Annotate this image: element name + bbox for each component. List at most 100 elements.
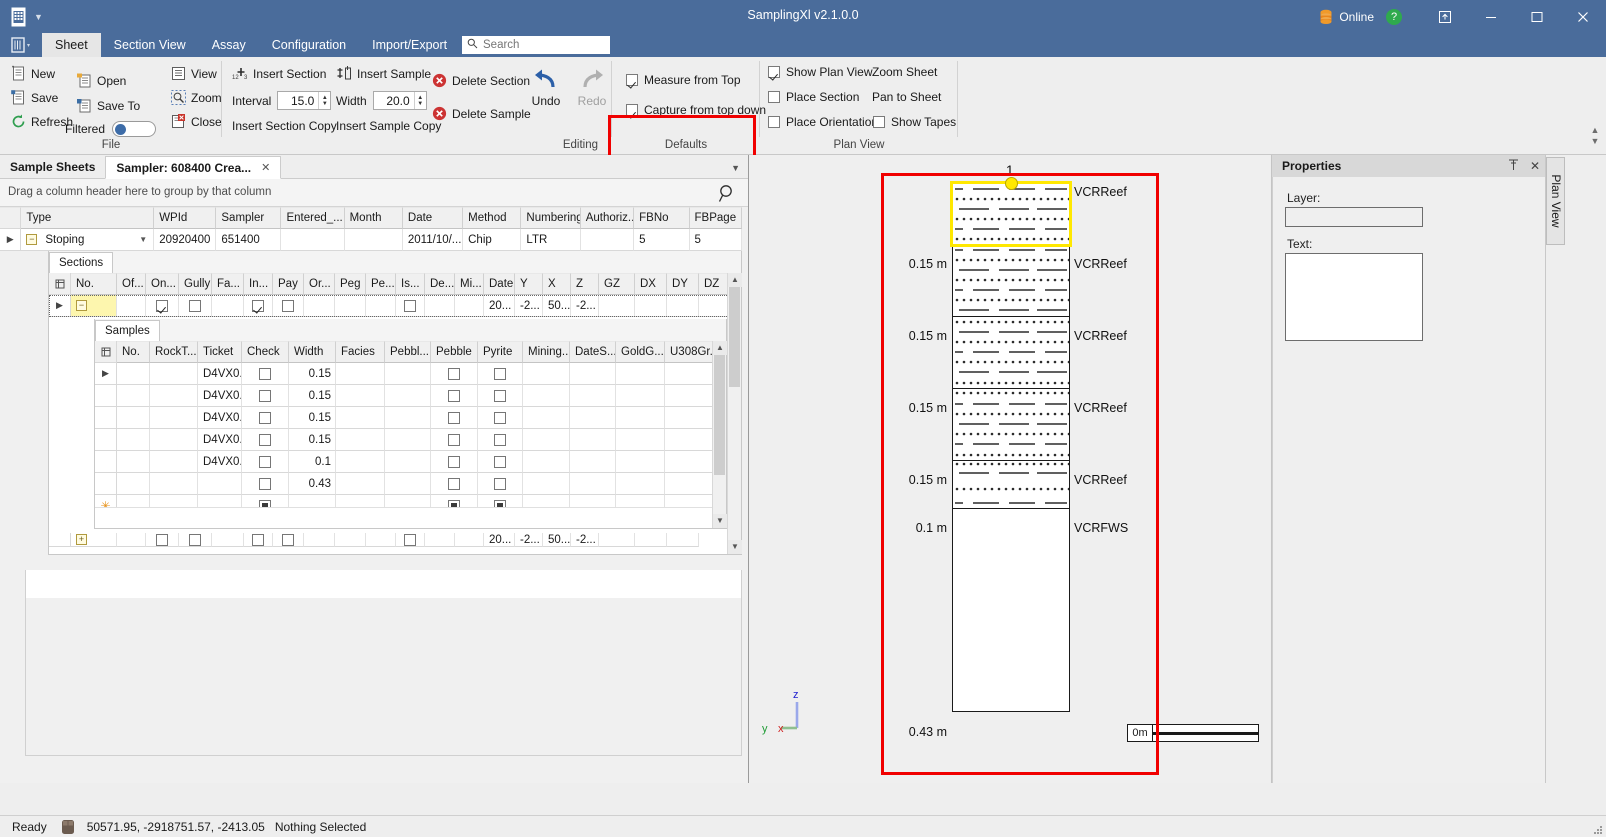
cell-x[interactable]: 50... [543,295,571,317]
cell-mining[interactable] [523,407,570,429]
cell-facies[interactable] [336,451,385,473]
col-entered[interactable]: Entered_... [281,207,344,229]
cell-facies[interactable] [336,385,385,407]
search-input[interactable] [481,38,599,52]
cell-dx[interactable] [635,533,667,547]
cell-goldg[interactable] [616,407,665,429]
table-row[interactable]: + 20... -2... [49,533,725,547]
measure-from-top-checkbox[interactable]: Measure from Top [626,73,741,87]
cell-entered[interactable] [281,229,344,251]
checkbox-indicator[interactable] [494,434,506,446]
cell-in[interactable] [244,533,273,547]
cell-rockt[interactable] [150,407,198,429]
sec-col-on[interactable]: On... [146,273,179,295]
layer-field-input[interactable] [1285,207,1423,227]
close-icon[interactable]: ✕ [1524,159,1546,173]
side-tab-plan-view[interactable]: Plan View [1546,157,1565,245]
cell-de[interactable] [425,295,455,317]
cell-rockt[interactable] [150,429,198,451]
sec-col-gz[interactable]: GZ [599,273,635,295]
cell-u308gr[interactable] [665,363,718,385]
cell-fbpage[interactable]: 5 [690,229,742,251]
ribbon-insert-section[interactable]: 123 Insert Section [232,65,326,82]
sec-col-or[interactable]: Or... [304,273,335,295]
cell-mining[interactable] [523,385,570,407]
ribbon-close[interactable]: Close [170,113,222,130]
search-box[interactable] [462,36,610,54]
checkbox-indicator[interactable] [189,300,201,312]
tab-sheet[interactable]: Sheet [42,33,101,57]
cell-date[interactable]: 20... [484,533,515,547]
checkbox-indicator[interactable] [282,300,294,312]
cell-dates[interactable] [570,473,616,495]
cell-dz[interactable] [699,295,729,317]
tab-samples[interactable]: Samples [95,320,160,341]
cell-ticket[interactable]: D4VX0... [198,407,242,429]
table-row[interactable]: ▶ − Stoping ▼ 20920400 651400 2011/10/..… [0,229,742,251]
cell-z[interactable]: -2... [571,533,599,547]
redo-button[interactable]: Redo [570,67,614,108]
cell-peg[interactable] [335,295,366,317]
cell-method[interactable]: Chip [463,229,521,251]
cell-no[interactable] [117,429,150,451]
cell-check[interactable] [242,451,289,473]
ribbon-width[interactable]: Width 20.0 ▲▼ [336,91,427,110]
table-row[interactable]: D4VX0... 0.15 [95,429,726,451]
table-row[interactable]: D4VX0... 0.1 [95,451,726,473]
cell-dx[interactable] [635,295,667,317]
collapse-icon[interactable]: − [76,300,87,311]
smp-col-check[interactable]: Check [242,341,289,363]
cell-rockt[interactable] [150,385,198,407]
checkbox-indicator[interactable] [494,390,506,402]
checkbox-indicator[interactable] [768,91,780,103]
cell-goldg[interactable] [616,385,665,407]
cell-sampler[interactable]: 651400 [216,229,281,251]
checkbox-indicator[interactable] [282,534,294,546]
checkbox-indicator[interactable] [873,116,885,128]
checkbox-indicator[interactable] [448,478,460,490]
cell-mi[interactable] [455,533,484,547]
cell-goldg[interactable] [616,473,665,495]
sec-col-fa[interactable]: Fa... [212,273,244,295]
cell-no[interactable] [117,451,150,473]
cell-date[interactable]: 2011/10/... [403,229,463,251]
cell-facies[interactable] [336,407,385,429]
cell-width[interactable]: 0.1 [289,451,336,473]
checkbox-indicator[interactable] [404,534,416,546]
width-stepper[interactable]: 20.0 ▲▼ [373,91,427,110]
ribbon-new[interactable]: New [10,65,55,82]
checkbox-indicator[interactable] [626,104,638,116]
filtered-toggle[interactable] [112,121,156,137]
cell-goldg[interactable] [616,429,665,451]
expand-icon[interactable]: + [76,534,87,545]
cell-dy[interactable] [667,295,699,317]
cell-ticket[interactable] [198,473,242,495]
table-row[interactable]: D4VX0... 0.15 [95,385,726,407]
cell-or[interactable] [304,295,335,317]
cell-no[interactable] [117,473,150,495]
smp-col-ticket[interactable]: Ticket [198,341,242,363]
place-section-checkbox[interactable]: Place Section [768,90,859,104]
ribbon-zoom[interactable]: Zoom [170,89,222,106]
cell-pyrite[interactable] [478,429,523,451]
doc-tab-sampler[interactable]: Sampler: 608400 Crea... ✕ [105,156,281,179]
col-type[interactable]: Type [21,207,154,229]
caret-down-icon[interactable]: ▼ [139,235,147,244]
smp-col-goldg[interactable]: GoldG... [616,341,665,363]
cell-mining[interactable] [523,429,570,451]
smp-col-width[interactable]: Width [289,341,336,363]
cell-pebble[interactable] [431,363,478,385]
cell-check[interactable] [242,407,289,429]
collapse-icon[interactable]: − [26,234,37,245]
cell-gz[interactable] [599,295,635,317]
cell-z[interactable]: -2... [571,295,599,317]
cell-no[interactable] [117,363,150,385]
text-field-textarea[interactable] [1285,253,1423,341]
cell-fa[interactable] [212,533,244,547]
caret-down-icon[interactable]: ▼ [731,163,740,173]
sec-col-is[interactable]: Is... [396,273,425,295]
checkbox-indicator[interactable] [448,412,460,424]
ribbon-collapse-chevrons[interactable]: ▲▼ [1588,125,1602,147]
scroll-down-arrow[interactable]: ▼ [713,514,727,528]
zoom-sheet-button[interactable]: Zoom Sheet [872,65,937,79]
